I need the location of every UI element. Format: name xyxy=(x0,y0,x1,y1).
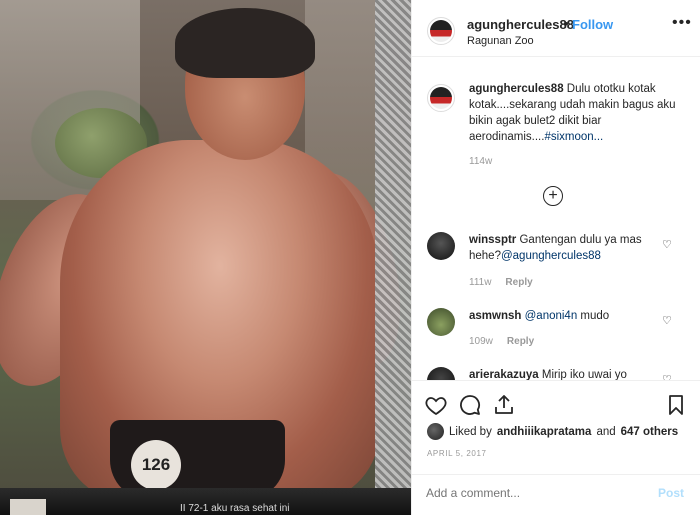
follow-button[interactable]: Follow xyxy=(572,17,613,32)
comment-text: arierakazuya Mirip iko uwai yo xyxy=(469,367,659,380)
more-horizontal-icon[interactable]: ••• xyxy=(672,14,692,32)
comment-body-tail: mudo xyxy=(577,310,610,322)
reply-button[interactable]: Reply xyxy=(507,336,534,347)
post-actions: Liked by andhiiikapratama and 647 others… xyxy=(412,380,700,480)
comment-meta: 111w Reply xyxy=(469,277,533,288)
add-comment-input[interactable] xyxy=(426,486,626,500)
commenter-avatar[interactable] xyxy=(427,367,455,380)
commenter-avatar[interactable] xyxy=(427,308,455,336)
comment-icon[interactable] xyxy=(458,393,482,417)
liker-username[interactable]: andhiiikapratama xyxy=(497,426,592,438)
comments-list[interactable]: agunghercules88 Dulu ototku kotak kotak.… xyxy=(412,57,700,380)
commenter-username[interactable]: winssptr xyxy=(469,234,516,246)
commenter-username[interactable]: arierakazuya xyxy=(469,369,539,380)
liked-by-and: and xyxy=(596,425,616,438)
heart-icon[interactable]: ♡ xyxy=(662,373,672,380)
photo-fence xyxy=(375,0,411,515)
liker-avatar[interactable] xyxy=(427,423,444,440)
post-side-panel: agunghercules88 • Follow Ragunan Zoo •••… xyxy=(411,0,700,515)
competitor-number-bib: 126 xyxy=(131,440,181,490)
add-comment-bar: Post xyxy=(412,474,700,515)
comment-body: Mirip iko uwai yo xyxy=(538,369,627,380)
caption-age[interactable]: 114w xyxy=(469,156,492,167)
heart-icon[interactable]: ♡ xyxy=(662,238,672,251)
caption-avatar[interactable] xyxy=(427,84,455,112)
comment-text: winssptr Gantengan dulu ya mas hehe?@agu… xyxy=(469,232,659,264)
photo-hair xyxy=(175,8,315,78)
post-photo[interactable]: 126 II 72-1 aku rasa sehat ini xyxy=(0,0,411,515)
bookmark-icon[interactable] xyxy=(664,393,688,417)
post-location[interactable]: Ragunan Zoo xyxy=(467,35,534,47)
comment-age[interactable]: 109w xyxy=(469,336,493,347)
comment-item: arierakazuya Mirip iko uwai yo ♡ xyxy=(412,367,700,380)
heart-icon[interactable] xyxy=(424,393,448,417)
author-avatar[interactable] xyxy=(427,17,455,45)
caption-text: agunghercules88 Dulu ototku kotak kotak.… xyxy=(469,81,679,145)
comment-mention[interactable]: @agunghercules88 xyxy=(501,250,601,262)
liked-by-line: Liked by andhiiikapratama and 647 others xyxy=(427,423,678,440)
reply-button[interactable]: Reply xyxy=(505,277,532,288)
commenter-avatar[interactable] xyxy=(427,232,455,260)
share-icon[interactable] xyxy=(492,393,516,417)
plus-circle-icon[interactable]: + xyxy=(543,186,563,206)
separator-dot: • xyxy=(564,16,569,31)
next-post-thumbnail[interactable] xyxy=(10,499,46,515)
comment-age[interactable]: 111w xyxy=(469,277,491,288)
author-username[interactable]: agunghercules88 xyxy=(467,17,574,32)
caption-hashtag[interactable]: #sixmoon... xyxy=(544,131,603,143)
post-date[interactable]: APRIL 5, 2017 xyxy=(427,449,487,458)
liked-by-prefix: Liked by xyxy=(449,425,492,438)
comment-mention[interactable]: @anoni4n xyxy=(525,310,578,322)
comment-meta: 109w Reply xyxy=(469,336,534,347)
commenter-username[interactable]: asmwnsh xyxy=(469,310,521,322)
caption-username[interactable]: agunghercules88 xyxy=(469,83,564,95)
comment-item: winssptr Gantengan dulu ya mas hehe?@agu… xyxy=(412,232,700,302)
post-header: agunghercules88 • Follow Ragunan Zoo ••• xyxy=(412,0,700,57)
post-comment-button[interactable]: Post xyxy=(658,486,684,500)
next-post-caption: II 72-1 aku rasa sehat ini xyxy=(180,503,290,514)
likes-count[interactable]: 647 others xyxy=(621,426,679,438)
heart-icon[interactable]: ♡ xyxy=(662,314,672,327)
comment-text: asmwnsh @anoni4n mudo xyxy=(469,308,659,324)
instagram-post-modal: 126 II 72-1 aku rasa sehat ini agungherc… xyxy=(0,0,700,515)
